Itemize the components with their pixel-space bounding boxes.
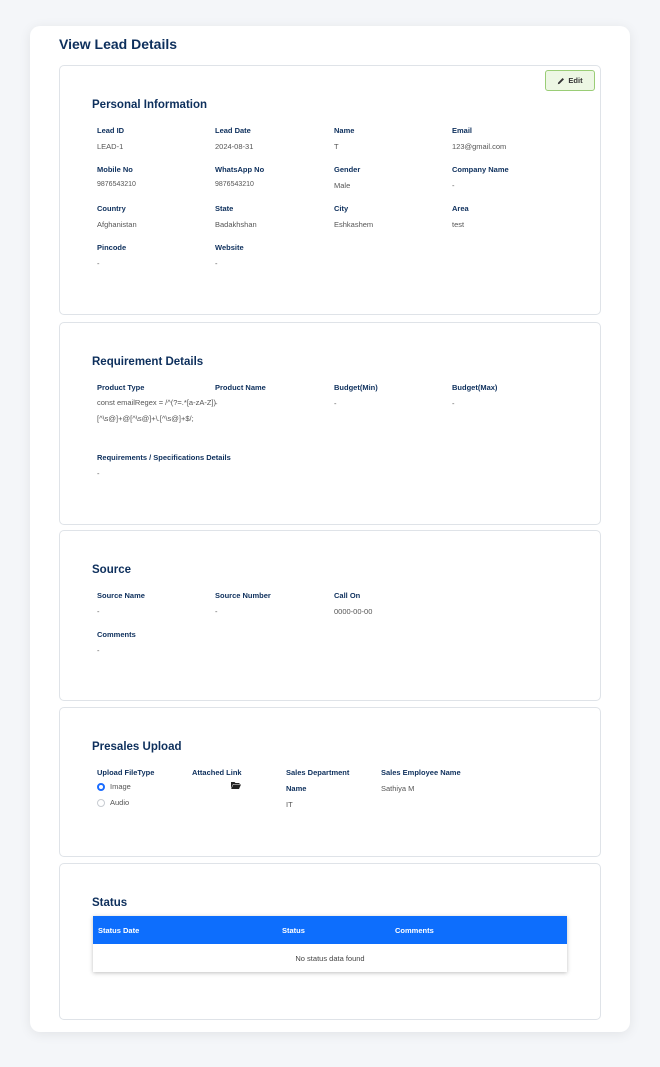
product-type-value: const emailRegex = /^(?=.*[a-zA-Z])[^\s@… xyxy=(97,398,216,423)
name-label: Name xyxy=(334,126,355,135)
lead-date-label: Lead Date xyxy=(215,126,251,135)
mobile-label: Mobile No xyxy=(97,165,133,174)
radio-unchecked-icon xyxy=(97,798,105,807)
pincode-label: Pincode xyxy=(97,243,127,252)
website-value: - xyxy=(215,259,218,268)
sales-employee-value: Sathiya M xyxy=(381,784,415,793)
specs-label: Requirements / Specifications Details xyxy=(97,453,231,462)
column-status: Status xyxy=(282,926,305,935)
lead-details-panel: View Lead Details Edit Personal Informat… xyxy=(30,26,630,1032)
whatsapp-label: WhatsApp No xyxy=(215,165,265,174)
website-label: Website xyxy=(215,243,244,252)
requirement-title: Requirement Details xyxy=(92,356,204,368)
pincode-value: - xyxy=(97,259,100,268)
status-table: Status Date Status Comments No status da… xyxy=(93,916,567,972)
city-value: Eshkashem xyxy=(334,220,374,229)
country-label: Country xyxy=(97,204,126,213)
source-name-value: - xyxy=(97,607,100,616)
presales-title: Presales Upload xyxy=(92,741,182,753)
call-on-label: Call On xyxy=(334,591,361,600)
budget-max-value: - xyxy=(452,399,455,408)
edit-label: Edit xyxy=(568,76,583,85)
gender-label: Gender xyxy=(334,165,361,174)
edit-button[interactable]: Edit xyxy=(545,70,595,91)
budget-min-label: Budget(Min) xyxy=(334,383,378,392)
lead-date-value: 2024-08-31 xyxy=(215,142,254,151)
personal-info-title: Personal Information xyxy=(92,99,208,111)
sales-dept-label-line1: Sales Department xyxy=(286,768,350,777)
email-label: Email xyxy=(452,126,473,135)
city-label: City xyxy=(334,204,349,213)
radio-checked-icon xyxy=(97,782,105,791)
attached-link-label: Attached Link xyxy=(192,768,242,777)
radio-audio-label: Audio xyxy=(110,798,130,807)
personal-info-card: Edit Personal Information Lead ID LEAD-1… xyxy=(59,65,601,315)
lead-id-value: LEAD-1 xyxy=(97,142,124,151)
status-card: Status Status Date Status Comments No st… xyxy=(59,863,601,1020)
whatsapp-value: 9876543210 xyxy=(215,181,254,188)
presales-card: Presales Upload Upload FileType Image Au… xyxy=(59,707,601,857)
company-label: Company Name xyxy=(452,165,509,174)
mobile-value: 9876543210 xyxy=(97,181,136,188)
sales-dept-value: IT xyxy=(286,800,293,809)
empty-row: No status data found xyxy=(93,944,567,972)
comments-value: - xyxy=(97,646,100,655)
area-label: Area xyxy=(452,204,469,213)
call-on-value: 0000-00-00 xyxy=(334,607,373,616)
name-value: T xyxy=(334,142,339,151)
column-status-date: Status Date xyxy=(98,926,140,935)
product-type-label: Product Type xyxy=(97,383,145,392)
source-title: Source xyxy=(92,564,131,576)
empty-message: No status data found xyxy=(295,953,365,963)
budget-max-label: Budget(Max) xyxy=(452,383,498,392)
area-value: test xyxy=(452,220,465,229)
pencil-icon xyxy=(558,77,565,84)
upload-filetype-label: Upload FileType xyxy=(97,768,155,777)
state-label: State xyxy=(215,204,234,213)
email-value: 123@gmail.com xyxy=(452,142,507,151)
requirement-card: Requirement Details Product Type const e… xyxy=(59,322,601,525)
sales-dept-label-line2: Name xyxy=(286,784,307,793)
folder-open-icon[interactable] xyxy=(231,781,241,789)
page-title: View Lead Details xyxy=(59,36,178,52)
comments-label: Comments xyxy=(97,630,136,639)
source-number-label: Source Number xyxy=(215,591,271,600)
lead-id-label: Lead ID xyxy=(97,126,125,135)
column-comments: Comments xyxy=(395,926,434,935)
country-value: Afghanistan xyxy=(97,220,137,229)
radio-audio[interactable]: Audio xyxy=(97,798,129,807)
radio-image-label: Image xyxy=(110,782,131,791)
sales-employee-label: Sales Employee Name xyxy=(381,768,461,777)
product-name-label: Product Name xyxy=(215,383,266,392)
source-number-value: - xyxy=(215,607,218,616)
source-card: Source Source Name - Source Number - Cal… xyxy=(59,530,601,701)
gender-value: Male xyxy=(334,181,351,190)
source-name-label: Source Name xyxy=(97,591,145,600)
status-title: Status xyxy=(92,897,128,909)
company-value: - xyxy=(452,181,455,190)
specs-value: - xyxy=(97,469,100,478)
budget-min-value: - xyxy=(334,399,337,408)
status-table-header: Status Date Status Comments xyxy=(93,916,567,944)
product-name-value: - xyxy=(215,399,218,408)
radio-image[interactable]: Image xyxy=(97,782,131,791)
state-value: Badakhshan xyxy=(215,220,257,229)
